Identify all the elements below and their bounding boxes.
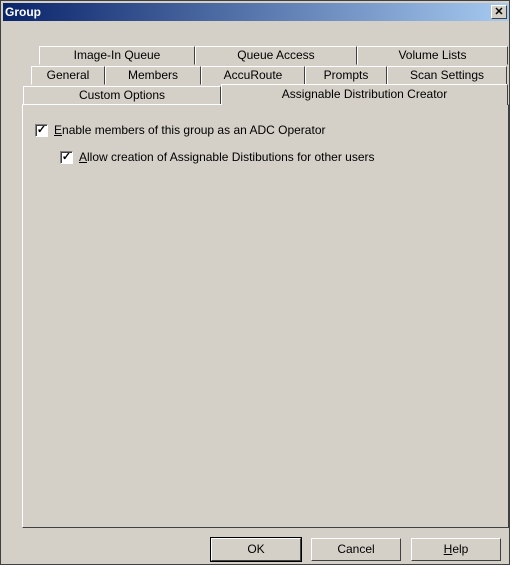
ok-button[interactable]: OK: [210, 537, 302, 562]
tab-custom-options[interactable]: Custom Options: [23, 86, 221, 105]
enable-adc-option[interactable]: ✓ Enable members of this group as an ADC…: [35, 123, 325, 137]
check-icon: ✓: [61, 150, 72, 163]
allow-creation-option[interactable]: ✓ Allow creation of Assignable Distibuti…: [60, 150, 375, 164]
tab-prompts[interactable]: Prompts: [305, 66, 387, 85]
title-bar: Group ✕: [3, 3, 509, 21]
tab-general[interactable]: General: [31, 66, 105, 85]
help-button[interactable]: Help: [411, 538, 501, 561]
tab-assignable-distribution-creator[interactable]: Assignable Distribution Creator: [221, 84, 508, 105]
enable-adc-mnemonic: E: [54, 123, 63, 137]
tab-accuroute[interactable]: AccuRoute: [201, 66, 305, 85]
allow-creation-label-text: llow creation of Assignable Distibutions…: [87, 150, 375, 164]
enable-adc-label-text: nable members of this group as an ADC Op…: [62, 123, 326, 137]
allow-creation-label: Allow creation of Assignable Distibution…: [79, 150, 375, 164]
tab-volume-lists[interactable]: Volume Lists: [357, 46, 508, 65]
check-icon: ✓: [36, 123, 47, 136]
enable-adc-label: Enable members of this group as an ADC O…: [54, 123, 325, 137]
cancel-button[interactable]: Cancel: [311, 538, 401, 561]
tab-scan-settings[interactable]: Scan Settings: [387, 66, 507, 85]
window-title: Group: [5, 5, 41, 19]
tab-queue-access[interactable]: Queue Access: [195, 46, 357, 65]
group-dialog: Group ✕ Image-In Queue Queue Access Volu…: [0, 0, 510, 565]
help-label-text: elp: [452, 542, 469, 556]
allow-creation-checkbox[interactable]: ✓: [60, 150, 73, 164]
tab-image-in-queue[interactable]: Image-In Queue: [39, 46, 195, 65]
close-icon[interactable]: ✕: [491, 5, 507, 19]
tab-members[interactable]: Members: [105, 66, 201, 85]
allow-creation-mnemonic: A: [79, 150, 88, 164]
enable-adc-checkbox[interactable]: ✓: [35, 123, 48, 137]
tab-panel: ✓ Enable members of this group as an ADC…: [22, 104, 509, 528]
